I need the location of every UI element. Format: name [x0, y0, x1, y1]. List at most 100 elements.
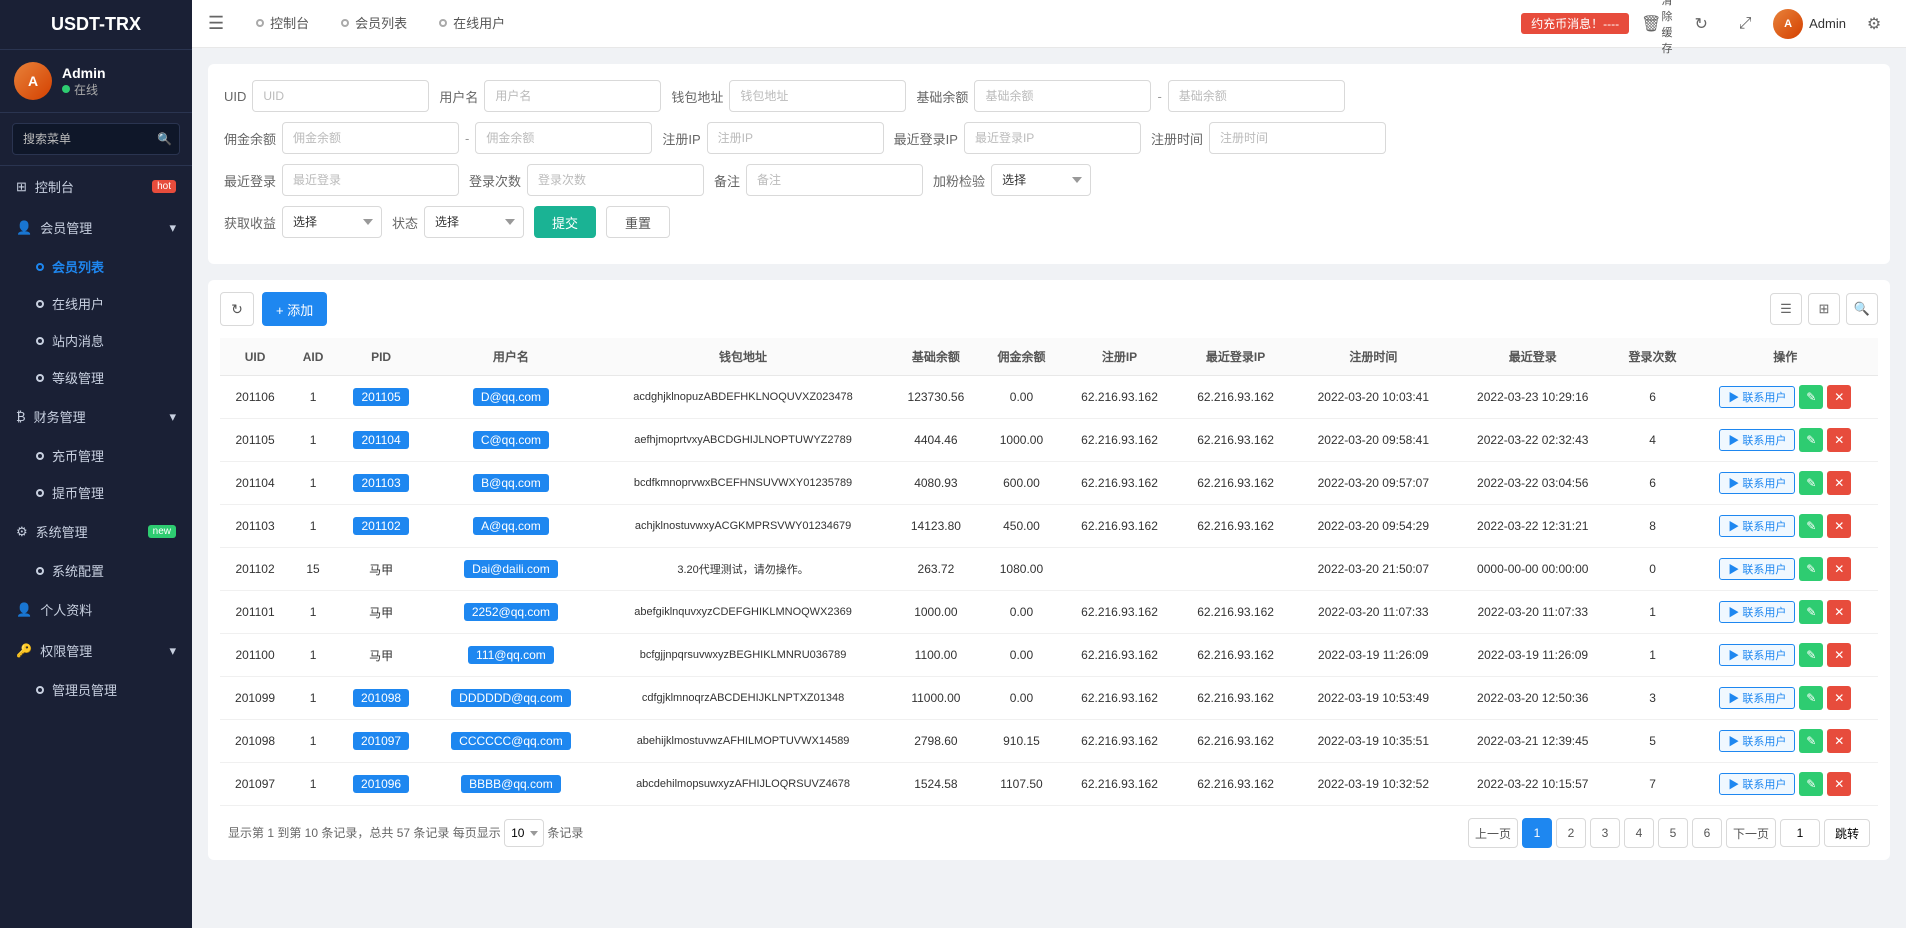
- username-badge[interactable]: DDDDDD@qq.com: [451, 689, 571, 707]
- sidebar-item-online-users[interactable]: 在线用户: [0, 285, 192, 322]
- contact-button[interactable]: ▶ 联系用户: [1719, 773, 1795, 795]
- edit-button[interactable]: ✎: [1799, 772, 1823, 796]
- commission-from-input[interactable]: [282, 122, 459, 154]
- sidebar-item-site-msg[interactable]: 站内消息: [0, 322, 192, 359]
- sidebar-item-system-mgmt[interactable]: ⚙ 系统管理 new: [0, 511, 192, 552]
- page-5-button[interactable]: 5: [1658, 818, 1688, 848]
- last-login-input[interactable]: [282, 164, 459, 196]
- delete-button[interactable]: ✕: [1827, 686, 1851, 710]
- menu-toggle-icon[interactable]: ☰: [208, 13, 224, 34]
- sidebar-item-finance-mgmt[interactable]: ₿ 财务管理 ▾: [0, 396, 192, 437]
- page-3-button[interactable]: 3: [1590, 818, 1620, 848]
- delete-button[interactable]: ✕: [1827, 557, 1851, 581]
- pid-badge[interactable]: 201103: [353, 474, 408, 492]
- username-badge[interactable]: A@qq.com: [473, 517, 549, 535]
- reg-ip-input[interactable]: [707, 122, 884, 154]
- username-badge[interactable]: 111@qq.com: [468, 646, 554, 664]
- sidebar-item-system-config[interactable]: 系统配置: [0, 552, 192, 589]
- contact-button[interactable]: ▶ 联系用户: [1719, 730, 1795, 752]
- pid-badge[interactable]: 201104: [353, 431, 408, 449]
- login-count-input[interactable]: [527, 164, 704, 196]
- username-badge[interactable]: 2252@qq.com: [464, 603, 558, 621]
- sidebar-item-admin-mgmt[interactable]: 管理员管理: [0, 671, 192, 708]
- pid-badge[interactable]: 201105: [353, 388, 408, 406]
- reg-time-input[interactable]: [1209, 122, 1386, 154]
- edit-button[interactable]: ✎: [1799, 471, 1823, 495]
- delete-button[interactable]: ✕: [1827, 471, 1851, 495]
- username-badge[interactable]: C@qq.com: [473, 431, 549, 449]
- contact-button[interactable]: ▶ 联系用户: [1719, 687, 1795, 709]
- username-input[interactable]: [484, 80, 661, 112]
- last-login-ip-input[interactable]: [964, 122, 1141, 154]
- delete-button[interactable]: ✕: [1827, 600, 1851, 624]
- username-badge[interactable]: B@qq.com: [473, 474, 549, 492]
- edit-button[interactable]: ✎: [1799, 729, 1823, 753]
- sidebar-item-member-mgmt[interactable]: 👤 会员管理 ▾: [0, 207, 192, 248]
- edit-button[interactable]: ✎: [1799, 514, 1823, 538]
- goto-button[interactable]: 跳转: [1824, 819, 1870, 847]
- edit-button[interactable]: ✎: [1799, 428, 1823, 452]
- fullscreen-button[interactable]: ⤢: [1729, 8, 1761, 40]
- status-select[interactable]: 选择: [424, 206, 524, 238]
- delete-button[interactable]: ✕: [1827, 729, 1851, 753]
- next-page-button[interactable]: 下一页: [1726, 818, 1776, 848]
- sidebar-item-level-mgmt[interactable]: 等级管理: [0, 359, 192, 396]
- edit-button[interactable]: ✎: [1799, 385, 1823, 409]
- add-button[interactable]: + 添加: [262, 292, 327, 326]
- reset-button[interactable]: 重置: [606, 206, 670, 238]
- commission-to-input[interactable]: [475, 122, 652, 154]
- pid-badge[interactable]: 201102: [353, 517, 408, 535]
- page-4-button[interactable]: 4: [1624, 818, 1654, 848]
- edit-button[interactable]: ✎: [1799, 643, 1823, 667]
- search-filter-button[interactable]: 🔍: [1846, 293, 1878, 325]
- search-input[interactable]: [12, 123, 180, 155]
- uid-input[interactable]: [252, 80, 429, 112]
- delete-button[interactable]: ✕: [1827, 643, 1851, 667]
- submit-button[interactable]: 提交: [534, 206, 596, 238]
- sidebar-item-recharge[interactable]: 充币管理: [0, 437, 192, 474]
- pid-badge[interactable]: 201096: [353, 775, 409, 793]
- base-balance-from-input[interactable]: [974, 80, 1151, 112]
- page-1-button[interactable]: 1: [1522, 818, 1552, 848]
- base-balance-to-input[interactable]: [1168, 80, 1345, 112]
- username-badge[interactable]: D@qq.com: [473, 388, 549, 406]
- username-badge[interactable]: CCCCCC@qq.com: [451, 732, 571, 750]
- pid-badge[interactable]: 201097: [353, 732, 409, 750]
- delete-button[interactable]: ✕: [1827, 772, 1851, 796]
- settings-button[interactable]: ⚙: [1858, 8, 1890, 40]
- contact-button[interactable]: ▶ 联系用户: [1719, 386, 1795, 408]
- tab-online-users[interactable]: 在线用户: [423, 0, 521, 48]
- tab-dashboard[interactable]: 控制台: [240, 0, 325, 48]
- contact-button[interactable]: ▶ 联系用户: [1719, 515, 1795, 537]
- wallet-input[interactable]: [729, 80, 906, 112]
- delete-button[interactable]: ✕: [1827, 428, 1851, 452]
- sidebar-item-withdraw[interactable]: 提币管理: [0, 474, 192, 511]
- edit-button[interactable]: ✎: [1799, 557, 1823, 581]
- reload-button[interactable]: ↻: [1685, 8, 1717, 40]
- get-income-select[interactable]: 选择: [282, 206, 382, 238]
- sidebar-item-permission-mgmt[interactable]: 🔑 权限管理 ▾: [0, 630, 192, 671]
- refresh-button[interactable]: ↻: [220, 292, 254, 326]
- username-badge[interactable]: Dai@daili.com: [464, 560, 558, 578]
- per-page-select[interactable]: 10: [504, 819, 544, 847]
- delete-button[interactable]: ✕: [1827, 385, 1851, 409]
- view-grid-button[interactable]: ⊞: [1808, 293, 1840, 325]
- goto-input[interactable]: [1780, 819, 1820, 847]
- contact-button[interactable]: ▶ 联系用户: [1719, 429, 1795, 451]
- contact-button[interactable]: ▶ 联系用户: [1719, 644, 1795, 666]
- delete-button[interactable]: ✕: [1827, 514, 1851, 538]
- fan-verify-select[interactable]: 选择: [991, 164, 1091, 196]
- sidebar-item-personal-info[interactable]: 👤 个人资料: [0, 589, 192, 630]
- pid-badge[interactable]: 201098: [353, 689, 409, 707]
- view-list-button[interactable]: ☰: [1770, 293, 1802, 325]
- username-badge[interactable]: BBBB@qq.com: [461, 775, 561, 793]
- remark-input[interactable]: [746, 164, 923, 196]
- sidebar-item-dashboard[interactable]: ⊞ 控制台 hot: [0, 166, 192, 207]
- sidebar-item-member-list[interactable]: 会员列表: [0, 248, 192, 285]
- page-6-button[interactable]: 6: [1692, 818, 1722, 848]
- page-2-button[interactable]: 2: [1556, 818, 1586, 848]
- contact-button[interactable]: ▶ 联系用户: [1719, 601, 1795, 623]
- tab-member-list[interactable]: 会员列表: [325, 0, 423, 48]
- edit-button[interactable]: ✎: [1799, 686, 1823, 710]
- contact-button[interactable]: ▶ 联系用户: [1719, 558, 1795, 580]
